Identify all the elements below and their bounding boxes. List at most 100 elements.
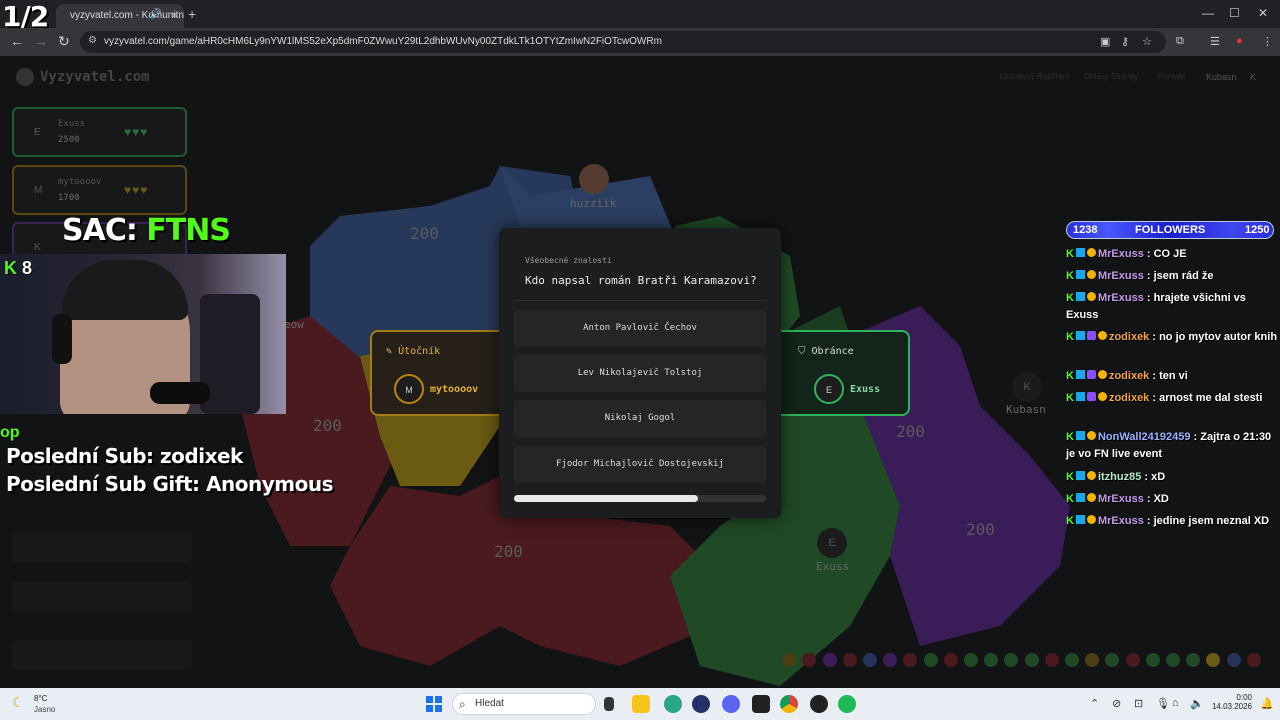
round-dot xyxy=(842,653,857,667)
nav-link[interactable]: Kontakt xyxy=(1158,72,1185,81)
quiz-modal: Všeobecné znalosti Kdo napsal román Brat… xyxy=(499,228,781,518)
last-sub: Poslední Sub: zodixek xyxy=(6,444,243,468)
round-dot xyxy=(1206,653,1221,667)
bookmark-star-icon[interactable]: ☆ xyxy=(1142,35,1152,48)
answer-option[interactable]: Lev Nikolajevič Tolstoj xyxy=(514,355,766,392)
discord-icon[interactable] xyxy=(722,695,740,713)
chat-text: : XD xyxy=(1143,493,1169,505)
round-dot xyxy=(923,653,938,667)
answer-option[interactable]: Anton Pavlovič Čechov xyxy=(514,310,766,347)
profile-icon[interactable]: ● xyxy=(1236,35,1243,47)
speaker-icon[interactable]: 🔊 xyxy=(150,9,162,20)
viewer-count-value: 8 xyxy=(22,258,33,278)
followers-current: 1238 xyxy=(1073,224,1098,236)
app-icon[interactable] xyxy=(692,695,710,713)
op-label: op xyxy=(0,424,20,441)
key-icon[interactable]: ⚷ xyxy=(1121,35,1129,48)
maximize-button[interactable]: ☐ xyxy=(1229,6,1240,20)
defender-avatar: E xyxy=(814,374,844,404)
microphone-icon[interactable]: 🎙 xyxy=(1156,697,1170,710)
forward-arrow-icon[interactable]: → xyxy=(34,33,48,49)
chat-text: : arnost me dal stesti xyxy=(1149,392,1263,404)
chat-message: Kitzhuz85 : xD xyxy=(1066,469,1280,486)
chevron-up-icon[interactable]: ⌃ xyxy=(1090,697,1099,710)
browser-tab[interactable]: vyzyvatel.com - Komunitní 🔊 × xyxy=(56,4,184,28)
address-toolbar: ← → ↻ ⚙ vyzyvatel.com/game/aHR0cHM6Ly9nY… xyxy=(0,28,1280,56)
site-brand[interactable]: Vyzyvatel.com xyxy=(16,68,150,86)
nav-link[interactable]: Ohlasy Stránky xyxy=(1084,72,1138,81)
url-bar[interactable]: ⚙ vyzyvatel.com/game/aHR0cHM6Ly9nYW1lMS5… xyxy=(80,31,1166,53)
user-name[interactable]: Kubasn xyxy=(1206,72,1237,82)
chat-message: Kzodixek : ten vi xyxy=(1066,368,1280,385)
tray-icon[interactable]: ⊡ xyxy=(1134,697,1143,710)
user-avatar[interactable]: K xyxy=(1250,72,1256,82)
attacker-avatar: M xyxy=(394,374,424,404)
clock-time: 0:00 xyxy=(1236,693,1252,702)
weather-temp: 8°C xyxy=(34,694,48,703)
site-info-icon[interactable]: ⚙ xyxy=(88,35,97,46)
chat-message: Kzodixek : no jo mytov autor knih xyxy=(1066,329,1280,346)
task-view-icon[interactable] xyxy=(604,697,614,711)
player-name: Exuss xyxy=(58,119,86,129)
file-explorer-icon[interactable] xyxy=(632,695,650,713)
sidebar-placeholder xyxy=(12,582,192,612)
notification-bell-icon[interactable]: 🔔 xyxy=(1260,697,1274,710)
menu-dots-icon[interactable]: ⋮ xyxy=(1262,35,1273,48)
round-dot xyxy=(1065,653,1079,667)
chat-message: K MrExuss : hrajete všichni vs Exuss xyxy=(1066,290,1280,324)
new-tab-button[interactable]: + xyxy=(188,6,196,22)
cast-icon[interactable]: ▣ xyxy=(1100,35,1110,48)
clock[interactable]: 0:00 14.03.2026 xyxy=(1206,693,1252,711)
reload-icon[interactable]: ↻ xyxy=(58,33,70,50)
tray-icon[interactable]: ⊘ xyxy=(1112,697,1121,710)
start-button[interactable] xyxy=(426,696,442,712)
app-icon[interactable] xyxy=(664,695,682,713)
answer-option[interactable]: Nikolaj Gogol xyxy=(514,400,766,437)
spotify-icon[interactable] xyxy=(838,695,856,713)
player-avatar: K xyxy=(34,242,41,253)
attacker-panel: ✎ Útočník M mytoooov xyxy=(370,330,500,416)
volume-icon[interactable]: 🔈 xyxy=(1190,697,1204,710)
chat-username: MrExuss xyxy=(1097,292,1144,304)
chrome-icon[interactable] xyxy=(780,695,798,713)
chat-message: K MrExuss : CO JE xyxy=(1066,246,1280,263)
followers-label: FOLLOWERS xyxy=(1135,224,1206,236)
windows-taskbar: ☾ 8°C Jasno ⌕ Hledat ⌃ ⊘ ⊡ 🎙 ⌂ 🔈 0:00 14… xyxy=(0,688,1280,720)
region-value: 200 xyxy=(494,542,523,561)
app-icon[interactable] xyxy=(810,695,828,713)
close-window-button[interactable]: ✕ xyxy=(1258,6,1268,20)
tab-close-icon[interactable]: × xyxy=(171,8,178,22)
region-value: 200 xyxy=(313,416,342,435)
timer-bar-fill xyxy=(514,495,698,502)
taskbar-search[interactable]: ⌕ Hledat xyxy=(452,693,596,715)
player-score: 1700 xyxy=(58,193,80,203)
nav-link[interactable]: Ukázkový Rozhrání xyxy=(1000,72,1069,81)
round-dot xyxy=(822,653,837,667)
round-dot xyxy=(863,653,877,667)
chat-username: NonWall24192459 xyxy=(1097,431,1191,443)
chat-username: MrExuss xyxy=(1097,270,1144,282)
sac-team: FTNS xyxy=(146,213,231,248)
region-owner-label: Exuss xyxy=(816,560,850,573)
brand-text: Vyzyvatel.com xyxy=(40,69,150,85)
answer-option[interactable]: Fjodor Michajlovič Dostojevskij xyxy=(514,446,766,483)
epic-games-icon[interactable] xyxy=(752,695,770,713)
chat-message: K MrExuss : jsem rád že xyxy=(1066,268,1280,285)
extensions-icon[interactable]: ⧉ xyxy=(1176,35,1184,48)
reading-list-icon[interactable]: ☰ xyxy=(1210,35,1220,48)
chat-username: MrExuss xyxy=(1097,515,1144,527)
chat-text: : no jo mytov autor knih xyxy=(1149,331,1278,343)
chat-message: K MrExuss : XD xyxy=(1066,491,1280,508)
chat-message: K NonWall24192459 : Zajtra o 21:30 je vo … xyxy=(1066,429,1280,463)
chat-username: zodixek xyxy=(1108,392,1150,404)
chat-badges: K xyxy=(1066,390,1109,407)
round-dot xyxy=(1166,653,1180,667)
chat-username: itzhuz85 xyxy=(1097,471,1142,483)
chat-badges: K xyxy=(1066,246,1098,263)
chat-badges: K xyxy=(1066,290,1098,307)
player-score: 2500 xyxy=(58,135,80,145)
network-icon[interactable]: ⌂ xyxy=(1172,697,1179,709)
chat-message: K MrExuss : jedine jsem neznal XD xyxy=(1066,513,1280,530)
back-arrow-icon[interactable]: ← xyxy=(10,33,24,49)
minimize-button[interactable]: — xyxy=(1202,6,1214,20)
